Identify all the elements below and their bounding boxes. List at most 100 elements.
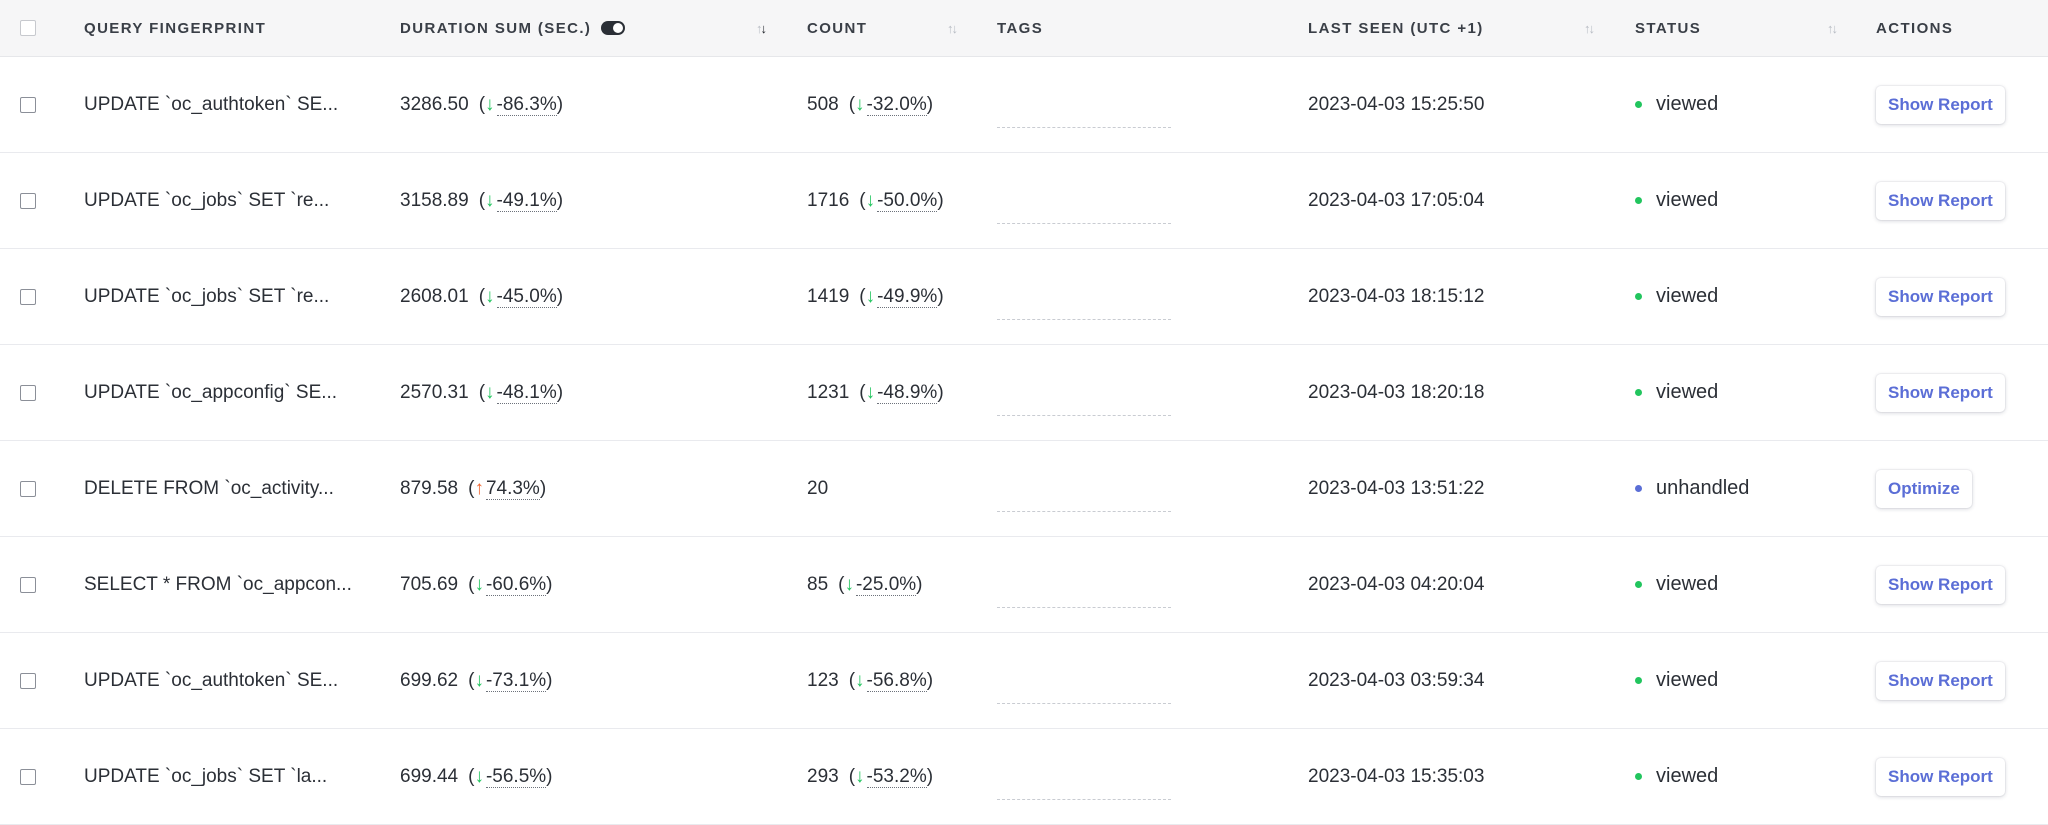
arrow-down-icon: ↓ bbox=[485, 189, 495, 211]
actions-cell: Optimize bbox=[1876, 441, 1972, 536]
tags-placeholder-line[interactable] bbox=[997, 127, 1171, 128]
row-checkbox[interactable] bbox=[20, 192, 36, 209]
select-all-cell bbox=[20, 0, 36, 56]
status-dot-icon bbox=[1635, 197, 1642, 204]
table-row[interactable]: UPDATE `oc_jobs` SET `re... 3158.89 (↓ -4… bbox=[0, 153, 2048, 249]
duration-cell: 879.58 (↑ 74.3%) bbox=[400, 441, 546, 536]
header-last-seen[interactable]: LAST SEEN (UTC +1) bbox=[1308, 0, 1484, 56]
duration-value: 3158.89 bbox=[400, 189, 469, 211]
query-fingerprint: UPDATE `oc_authtoken` SE... bbox=[84, 93, 339, 115]
last-seen-cell: 2023-04-03 03:59:34 bbox=[1308, 633, 1484, 728]
sort-last-seen-icon[interactable]: ↑↓ bbox=[1584, 0, 1595, 56]
count-value: 1419 bbox=[807, 285, 850, 307]
count-delta-value: -53.2% bbox=[866, 765, 927, 788]
query-table: QUERY FINGERPRINT DURATION SUM (SEC.) ↑ ↓… bbox=[0, 0, 2048, 825]
duration-delta: (↓ -86.3%) bbox=[478, 93, 564, 116]
show-report-button[interactable]: Show Report bbox=[1876, 757, 2005, 796]
duration-toggle-icon[interactable] bbox=[601, 21, 626, 35]
tags-placeholder-line[interactable] bbox=[997, 319, 1171, 320]
table-row[interactable]: UPDATE `oc_jobs` SET `re... 2608.01 (↓ -4… bbox=[0, 249, 2048, 345]
row-checkbox[interactable] bbox=[20, 576, 36, 593]
duration-delta-value: -86.3% bbox=[496, 93, 557, 116]
tags-placeholder-line[interactable] bbox=[997, 607, 1171, 608]
duration-value: 699.62 bbox=[400, 669, 459, 691]
tags-placeholder-line[interactable] bbox=[997, 703, 1171, 704]
arrow-down-icon: ↓ bbox=[474, 669, 484, 691]
table-row[interactable]: DELETE FROM `oc_activity... 879.58 (↑ 74.… bbox=[0, 441, 2048, 537]
row-checkbox[interactable] bbox=[20, 672, 36, 689]
count-value: 1231 bbox=[807, 381, 850, 403]
show-report-button[interactable]: Show Report bbox=[1876, 565, 2005, 604]
table-row[interactable]: UPDATE `oc_authtoken` SE... 699.62 (↓ -73… bbox=[0, 633, 2048, 729]
row-select-cell bbox=[20, 249, 36, 344]
query-fingerprint: SELECT * FROM `oc_appcon... bbox=[84, 573, 352, 595]
tags-placeholder-line[interactable] bbox=[997, 511, 1171, 512]
count-delta-value: -49.9% bbox=[877, 285, 938, 308]
count-delta-value: -56.8% bbox=[866, 669, 927, 692]
duration-cell: 699.44 (↓ -56.5%) bbox=[400, 729, 552, 824]
count-value: 508 bbox=[807, 93, 839, 115]
row-checkbox[interactable] bbox=[20, 384, 36, 401]
count-delta-value: -48.9% bbox=[877, 381, 938, 404]
status-cell: unhandled bbox=[1635, 441, 1749, 536]
count-delta-value: -32.0% bbox=[866, 93, 927, 116]
show-report-button[interactable]: Show Report bbox=[1876, 277, 2005, 316]
count-value: 293 bbox=[807, 765, 839, 787]
status-badge: viewed bbox=[1656, 669, 1719, 691]
status-badge: viewed bbox=[1656, 189, 1719, 211]
tags-placeholder-line[interactable] bbox=[997, 799, 1171, 800]
status-badge: viewed bbox=[1656, 381, 1719, 403]
header-count[interactable]: COUNT bbox=[807, 0, 867, 56]
query-cell: UPDATE `oc_authtoken` SE... bbox=[84, 633, 338, 728]
show-report-button[interactable]: Show Report bbox=[1876, 181, 2005, 220]
show-report-button[interactable]: Show Report bbox=[1876, 85, 2005, 124]
optimize-button[interactable]: Optimize bbox=[1876, 469, 1972, 508]
table-row[interactable]: SELECT * FROM `oc_appcon... 705.69 (↓ -60… bbox=[0, 537, 2048, 633]
duration-delta-value: -49.1% bbox=[496, 189, 557, 212]
duration-delta: (↓ -56.5%) bbox=[468, 765, 553, 788]
status-badge: viewed bbox=[1656, 765, 1719, 787]
duration-value: 879.58 bbox=[400, 477, 459, 499]
count-delta: (↓ -48.9%) bbox=[859, 381, 944, 404]
status-dot-icon bbox=[1635, 293, 1642, 300]
arrow-down-icon: ↓ bbox=[485, 381, 495, 403]
tags-placeholder-line[interactable] bbox=[997, 223, 1171, 224]
query-cell: UPDATE `oc_appconfig` SE... bbox=[84, 345, 337, 440]
header-actions-label: ACTIONS bbox=[1876, 19, 1954, 37]
sort-duration-icon[interactable]: ↑ ↓ bbox=[756, 0, 767, 56]
row-checkbox[interactable] bbox=[20, 480, 36, 497]
sort-count-icon[interactable]: ↑↓ bbox=[947, 0, 958, 56]
header-status[interactable]: STATUS bbox=[1635, 0, 1701, 56]
header-last-seen-label: LAST SEEN (UTC +1) bbox=[1308, 19, 1484, 37]
count-delta: (↓ -50.0%) bbox=[859, 189, 944, 212]
row-checkbox[interactable] bbox=[20, 288, 36, 305]
row-select-cell bbox=[20, 345, 36, 440]
row-select-cell bbox=[20, 57, 36, 152]
arrow-down-icon: ↓ bbox=[855, 93, 865, 115]
header-duration-sum[interactable]: DURATION SUM (SEC.) bbox=[400, 0, 626, 56]
table-row[interactable]: UPDATE `oc_appconfig` SE... 2570.31 (↓ -4… bbox=[0, 345, 2048, 441]
table-row[interactable]: UPDATE `oc_jobs` SET `la... 699.44 (↓ -56… bbox=[0, 729, 2048, 825]
row-checkbox[interactable] bbox=[20, 96, 36, 113]
show-report-button[interactable]: Show Report bbox=[1876, 661, 2005, 700]
count-cell: 508 (↓ -32.0%) bbox=[807, 57, 933, 152]
last-seen-cell: 2023-04-03 04:20:04 bbox=[1308, 537, 1484, 632]
arrow-down-icon: ↓ bbox=[474, 573, 484, 595]
table-header: QUERY FINGERPRINT DURATION SUM (SEC.) ↑ ↓… bbox=[0, 0, 2048, 57]
status-cell: viewed bbox=[1635, 57, 1718, 152]
query-fingerprint: UPDATE `oc_jobs` SET `re... bbox=[84, 189, 330, 211]
show-report-button[interactable]: Show Report bbox=[1876, 373, 2005, 412]
header-tags-label: TAGS bbox=[997, 19, 1044, 37]
select-all-checkbox[interactable] bbox=[20, 20, 36, 36]
arrow-down-icon: ↓ bbox=[844, 573, 854, 595]
count-value: 85 bbox=[807, 573, 829, 595]
tags-placeholder-line[interactable] bbox=[997, 415, 1171, 416]
count-cell: 1716 (↓ -50.0%) bbox=[807, 153, 944, 248]
sort-status-icon[interactable]: ↑↓ bbox=[1827, 0, 1838, 56]
header-tags: TAGS bbox=[997, 0, 1043, 56]
count-cell: 123 (↓ -56.8%) bbox=[807, 633, 933, 728]
row-checkbox[interactable] bbox=[20, 768, 36, 785]
last-seen-value: 2023-04-03 15:35:03 bbox=[1308, 765, 1485, 787]
count-delta-value: -25.0% bbox=[855, 573, 917, 596]
table-row[interactable]: UPDATE `oc_authtoken` SE... 3286.50 (↓ -8… bbox=[0, 57, 2048, 153]
